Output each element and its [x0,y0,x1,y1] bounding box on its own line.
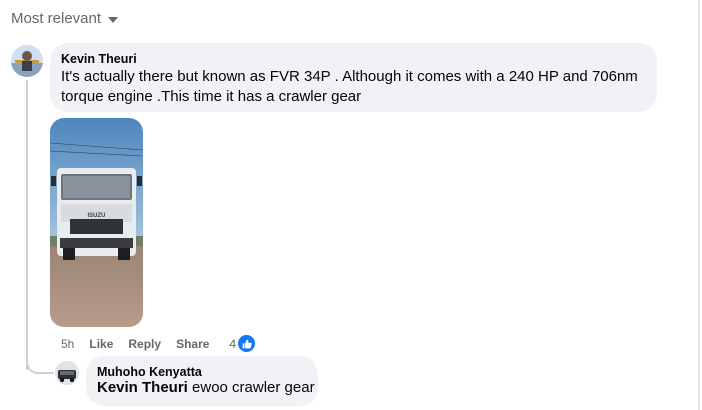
comment-bubble: Kevin Theuri It's actually there but kno… [50,43,657,112]
reply-body: ewoo crawler gear [187,379,315,396]
reply-button[interactable]: Reply [128,337,161,351]
reply-bubble: Muhoho Kenyatta Kevin Theuri ewoo crawle… [86,356,318,406]
comment-actions: 5h Like Reply Share 4 [61,334,257,353]
avatar-muhoho-kenyatta[interactable] [55,361,79,385]
truck-badge-text: ISUZU [88,213,106,219]
reaction-summary[interactable]: 4 [229,334,257,353]
scrollbar-divider [698,0,700,410]
comment-text: It's actually there but known as FVR 34P… [61,68,638,105]
avatar-kevin-theuri[interactable] [11,45,43,77]
comment-photo[interactable]: ISUZU [50,118,143,327]
reaction-count: 4 [229,336,237,351]
comment-author[interactable]: Kevin Theuri [61,52,137,66]
reply-mention[interactable]: Kevin Theuri [97,379,188,396]
sort-dropdown[interactable]: Most relevant [11,10,119,27]
caret-down-icon [108,17,119,23]
share-button[interactable]: Share [176,337,209,351]
reply-text: Kevin Theuri ewoo crawler gear [97,378,315,398]
thumbs-up-icon [237,334,257,353]
comment-timestamp[interactable]: 5h [61,337,74,351]
like-button[interactable]: Like [89,337,113,351]
thread-line [26,80,28,370]
sort-label: Most relevant [11,10,102,27]
thread-connector [26,354,54,374]
reply-author[interactable]: Muhoho Kenyatta [97,365,202,379]
